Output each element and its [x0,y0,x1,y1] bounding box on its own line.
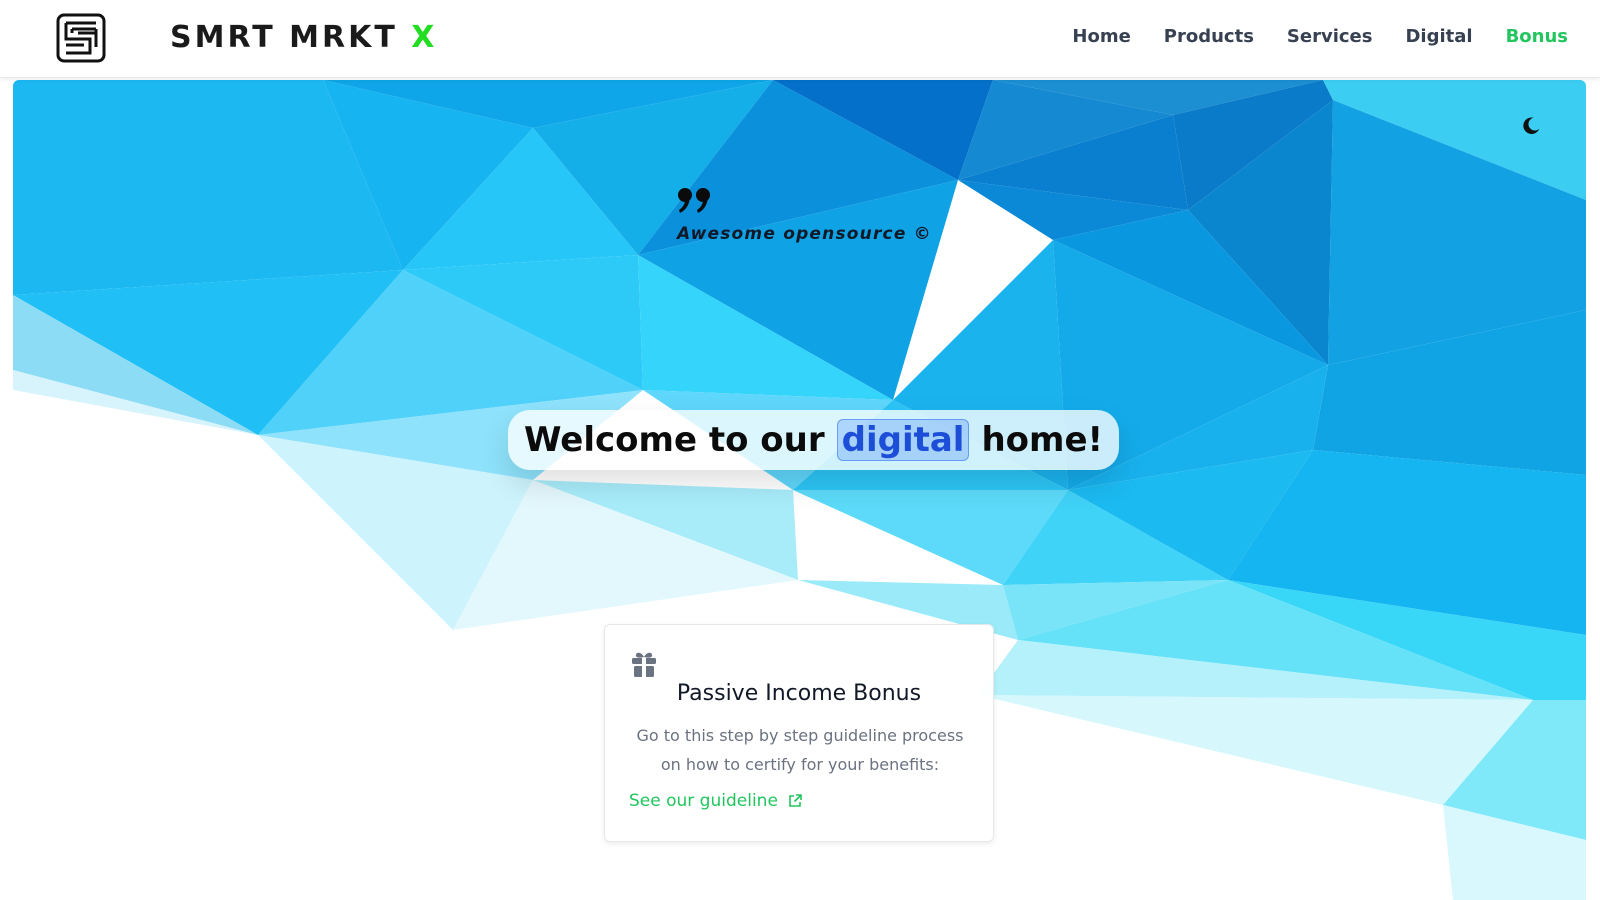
external-link-icon [789,794,802,807]
moon-icon[interactable] [1520,115,1542,137]
brand-name[interactable]: SMRT MRKT X [170,18,437,58]
welcome-banner: Welcome to our digital home! [508,410,1120,470]
brand-suffix: X [411,20,438,55]
nav-products[interactable]: Products [1164,22,1254,52]
welcome-highlight: digital [836,419,970,461]
logo-icon[interactable] [56,13,106,63]
card-title: Passive Income Bonus [676,681,922,706]
guideline-link-label: See our guideline [629,791,778,811]
nav-home[interactable]: Home [1072,22,1130,52]
bonus-card: Passive Income Bonus Go to this step by … [604,624,994,842]
gift-icon [632,652,656,677]
nav-digital[interactable]: Digital [1405,22,1472,52]
welcome-text-before: Welcome to our [524,420,825,460]
nav-services[interactable]: Services [1287,22,1373,52]
quote-block [677,186,713,220]
site-header: SMRT MRKT X Home Products Services Digit… [0,0,1600,78]
quote-text: Awesome opensource © [677,224,932,244]
main-nav: Home Products Services Digital Bonus [1072,22,1568,52]
card-description: Go to this step by step guideline proces… [636,726,964,774]
nav-bonus[interactable]: Bonus [1506,22,1568,52]
quote-icon [678,188,710,213]
welcome-text-after: home! [981,420,1104,460]
guideline-link[interactable]: See our guideline [629,791,802,811]
brand-text: SMRT MRKT [170,20,398,55]
